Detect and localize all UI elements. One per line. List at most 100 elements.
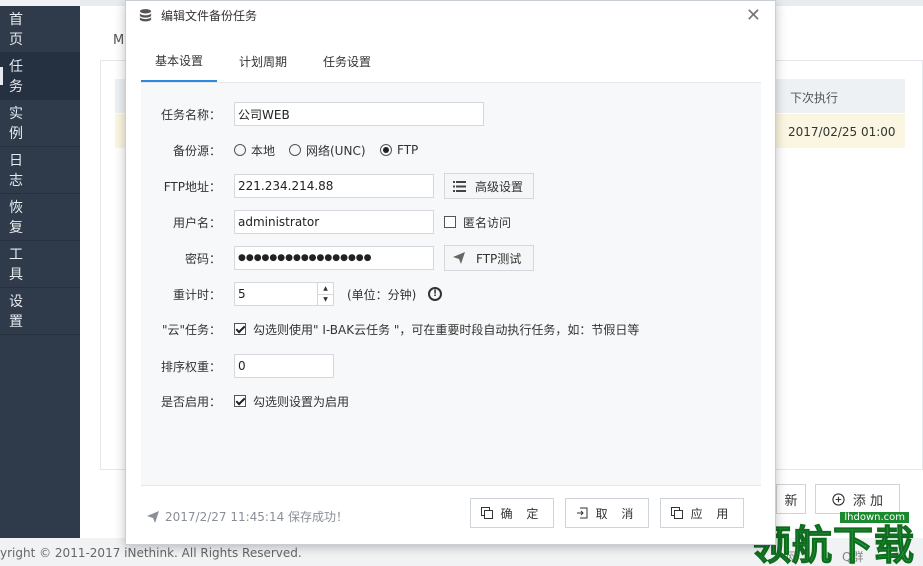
retry-stepper[interactable]: 5 ▲ ▼ bbox=[234, 282, 334, 306]
retry-unit: (单位：分钟) bbox=[347, 287, 417, 302]
enabled-option[interactable]: 勾选则设置为启用 bbox=[234, 393, 349, 410]
cell-next-run: 2017/02/25 01:00 bbox=[788, 125, 896, 139]
copy-icon bbox=[670, 507, 683, 519]
sidebar-item-label: 恢 复 bbox=[9, 200, 37, 236]
sidebar-item-label: 日 志 bbox=[9, 153, 37, 189]
source-option-ftp[interactable]: FTP bbox=[380, 143, 418, 157]
send-icon bbox=[453, 252, 465, 264]
sidebar-item-label: 任 务 bbox=[9, 59, 37, 95]
anonymous-label: 匿名访问 bbox=[463, 215, 512, 230]
radio-unc[interactable] bbox=[289, 144, 301, 156]
tab-label: 任务设置 bbox=[323, 55, 372, 69]
radio-label: 网络(UNC) bbox=[306, 143, 366, 158]
retry-spin-buttons: ▲ ▼ bbox=[317, 283, 333, 305]
tab-label: 计划周期 bbox=[239, 55, 288, 69]
column-header-next-run[interactable]: 下次执行 bbox=[790, 89, 838, 106]
sidebar-item-label: 设 置 bbox=[9, 294, 37, 330]
apply-button[interactable]: 应 用 bbox=[660, 498, 744, 528]
active-marker bbox=[0, 67, 3, 85]
exit-icon bbox=[576, 507, 588, 519]
sidebar-item-home[interactable]: 首 页 bbox=[0, 6, 80, 53]
sidebar-item-instances[interactable]: 实 例 bbox=[0, 100, 80, 147]
close-button[interactable]: ✕ bbox=[746, 5, 761, 26]
task-name-row: 任务名称： 公司WEB bbox=[141, 102, 761, 126]
username-row: 用户名： administrator 匿名访问 bbox=[141, 210, 761, 234]
priority-row: 排序权重： 0 bbox=[141, 354, 761, 378]
enabled-label: 是否启用： bbox=[160, 394, 221, 409]
retry-label: 重计时： bbox=[172, 287, 221, 302]
spin-up-icon[interactable]: ▲ bbox=[318, 283, 333, 295]
password-input[interactable]: ●●●●●●●●●●●●●●●●● bbox=[234, 246, 434, 270]
cancel-button-label: 取 消 bbox=[595, 506, 639, 521]
copyright-text: yright © 2011-2017 iNethink. All Rights … bbox=[0, 546, 302, 560]
backup-source-row: 备份源： 本地 网络(UNC) FTP bbox=[141, 138, 761, 162]
anonymous-checkbox[interactable] bbox=[444, 216, 456, 228]
sidebar-item-tools[interactable]: 工 具 bbox=[0, 241, 80, 288]
cloud-task-label: "云"任务： bbox=[161, 322, 221, 337]
edit-backup-task-dialog: 编辑文件备份任务 ✕ 基本设置 计划周期 任务设置 任务名称： 公司WEB 备份… bbox=[125, 0, 776, 545]
backup-source-label: 备份源： bbox=[172, 143, 221, 158]
ok-button-label: 确 定 bbox=[500, 506, 544, 521]
sidebar-item-restore[interactable]: 恢 复 bbox=[0, 194, 80, 241]
cloud-task-row: "云"任务： 勾选则使用" I-BAK云任务 "，可在重要时段自动执行任务，如：… bbox=[141, 317, 761, 341]
source-option-unc[interactable]: 网络(UNC) bbox=[289, 142, 366, 159]
dialog-tabs: 基本设置 计划周期 任务设置 bbox=[141, 41, 761, 83]
list-icon bbox=[453, 180, 466, 192]
sidebar-item-logs[interactable]: 日 志 bbox=[0, 147, 80, 194]
sidebar-item-label: 工 具 bbox=[9, 247, 37, 283]
send-icon bbox=[147, 510, 159, 523]
ftp-address-label: FTP地址： bbox=[163, 179, 221, 194]
task-name-label: 任务名称： bbox=[160, 107, 221, 122]
priority-input[interactable]: 0 bbox=[234, 354, 334, 378]
cloud-task-text: 勾选则使用" I-BAK云任务 "，可在重要时段自动执行任务，如：节假日等 bbox=[253, 322, 640, 337]
radio-label: 本地 bbox=[251, 143, 276, 158]
task-name-input[interactable]: 公司WEB bbox=[234, 102, 484, 126]
copy-icon bbox=[480, 507, 493, 519]
info-icon[interactable]: ! bbox=[428, 287, 442, 301]
tab-label: 基本设置 bbox=[155, 54, 204, 68]
close-icon: ✕ bbox=[745, 5, 761, 26]
dialog-title-bar[interactable]: 编辑文件备份任务 bbox=[126, 1, 775, 30]
password-label: 密码： bbox=[184, 251, 221, 266]
tab-basic-settings[interactable]: 基本设置 bbox=[141, 41, 218, 82]
sidebar-item-tasks[interactable]: 任 务 bbox=[0, 53, 80, 100]
ftp-address-input[interactable]: 221.234.214.88 bbox=[234, 174, 434, 198]
enabled-checkbox[interactable] bbox=[234, 395, 246, 407]
radio-label: FTP bbox=[397, 143, 419, 157]
anonymous-access-option[interactable]: 匿名访问 bbox=[444, 214, 511, 231]
enabled-text: 勾选则设置为启用 bbox=[253, 394, 350, 409]
watermark-url: lhdown.com bbox=[840, 512, 909, 523]
dialog-footer: 2017/2/27 11:45:14 保存成功！ 确 定 取 消 应 用 bbox=[141, 485, 761, 543]
database-icon bbox=[139, 9, 152, 22]
advanced-settings-label: 高级设置 bbox=[475, 179, 524, 194]
sidebar-item-settings[interactable]: 设 置 bbox=[0, 288, 80, 335]
sidebar-item-label: 实 例 bbox=[9, 106, 37, 142]
username-input[interactable]: administrator bbox=[234, 210, 434, 234]
spin-down-icon[interactable]: ▼ bbox=[318, 295, 333, 306]
advanced-settings-button[interactable]: 高级设置 bbox=[444, 173, 534, 199]
radio-ftp[interactable] bbox=[380, 144, 392, 156]
ok-button[interactable]: 确 定 bbox=[470, 498, 554, 528]
username-label: 用户名： bbox=[172, 215, 221, 230]
ftp-address-row: FTP地址： 221.234.214.88 高级设置 bbox=[141, 173, 761, 199]
sidebar: 首 页 任 务 实 例 日 志 恢 复 工 具 设 置 bbox=[0, 6, 80, 538]
basic-settings-panel: 任务名称： 公司WEB 备份源： 本地 网络(UNC) FTP FTP地址： 2… bbox=[141, 83, 761, 485]
background-tab-label: M bbox=[113, 33, 125, 48]
cancel-button[interactable]: 取 消 bbox=[565, 498, 649, 528]
tab-schedule[interactable]: 计划周期 bbox=[225, 41, 301, 82]
sidebar-item-label: 首 页 bbox=[9, 12, 37, 48]
cloud-task-option[interactable]: 勾选则使用" I-BAK云任务 "，可在重要时段自动执行任务，如：节假日等 bbox=[234, 321, 639, 338]
priority-label: 排序权重： bbox=[160, 359, 221, 374]
cloud-task-checkbox[interactable] bbox=[234, 323, 246, 335]
save-status: 2017/2/27 11:45:14 保存成功！ bbox=[147, 508, 348, 525]
ftp-test-button[interactable]: FTP测试 bbox=[444, 245, 534, 271]
apply-button-label: 应 用 bbox=[690, 506, 734, 521]
source-option-local[interactable]: 本地 bbox=[234, 142, 275, 159]
password-row: 密码： ●●●●●●●●●●●●●●●●● FTP测试 bbox=[141, 245, 761, 271]
retry-value: 5 bbox=[238, 287, 246, 301]
radio-local[interactable] bbox=[234, 144, 246, 156]
retry-row: 重计时： 5 ▲ ▼ (单位：分钟) ! bbox=[141, 282, 761, 306]
tab-task-settings[interactable]: 任务设置 bbox=[309, 41, 385, 82]
enabled-row: 是否启用： 勾选则设置为启用 bbox=[141, 389, 761, 413]
ftp-test-label: FTP测试 bbox=[476, 251, 522, 266]
